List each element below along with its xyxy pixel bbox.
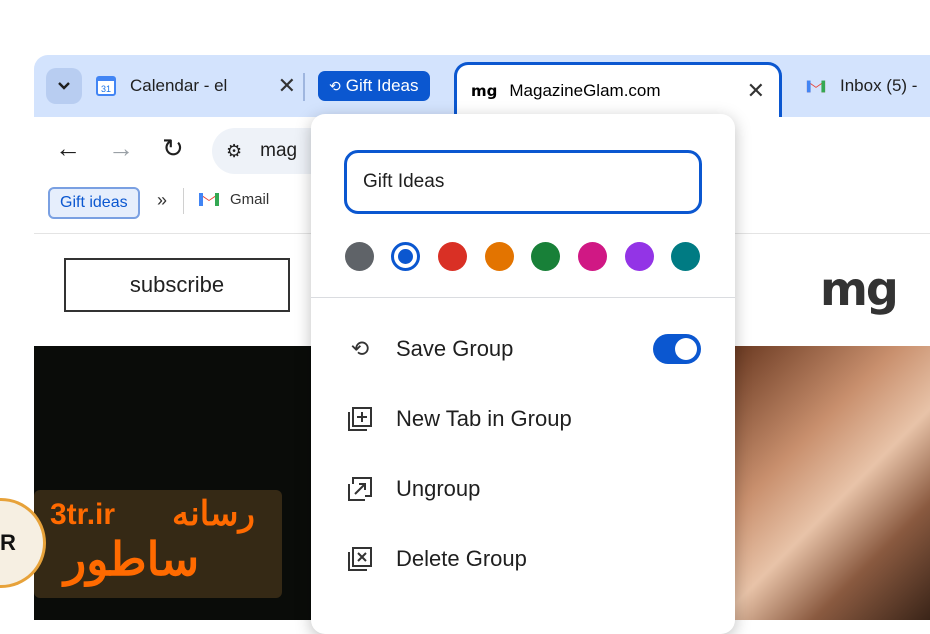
close-icon[interactable]: ✕: [747, 78, 765, 104]
tab-calendar[interactable]: 31 Calendar - el ✕: [96, 64, 296, 108]
color-swatch-teal[interactable]: [671, 242, 700, 271]
watermark-line1: رسانه: [172, 495, 255, 533]
color-swatch-purple[interactable]: [625, 242, 654, 271]
subscribe-button[interactable]: subscribe: [64, 258, 290, 312]
popup-divider: [311, 297, 735, 298]
color-swatch-red[interactable]: [438, 242, 467, 271]
site-settings-icon[interactable]: ⚙: [226, 141, 242, 162]
site-favicon: mg: [471, 82, 498, 100]
menu-item-label: Ungroup: [396, 476, 481, 501]
watermark-badge-letter: R: [0, 530, 16, 555]
bookmark-gmail[interactable]: Gmail: [198, 190, 269, 208]
color-swatch-blue[interactable]: [391, 242, 420, 271]
color-swatch-pink[interactable]: [578, 242, 607, 271]
group-chip-label: Gift Ideas: [345, 76, 419, 95]
tab-separator: [303, 73, 305, 101]
menu-item-new-tab-in-group[interactable]: New Tab in Group: [344, 397, 572, 441]
calendar-icon: 31: [96, 76, 116, 96]
tab-active[interactable]: mg MagazineGlam.com ✕: [454, 62, 782, 117]
save-group-icon: ⟲: [350, 336, 370, 361]
menu-item-delete-group[interactable]: Delete Group: [344, 537, 527, 581]
color-swatch-orange[interactable]: [485, 242, 514, 271]
bookmarks-more-icon[interactable]: »: [157, 190, 167, 211]
menu-item-label: New Tab in Group: [396, 406, 572, 431]
gmail-icon: [199, 193, 219, 206]
reload-icon[interactable]: ↻: [162, 133, 184, 164]
watermark-site: 3tr.ir: [50, 498, 116, 531]
new-tab-icon: [344, 405, 376, 433]
save-group-toggle[interactable]: [653, 334, 701, 364]
tab-title: MagazineGlam.com: [509, 81, 661, 100]
bookmark-gift-ideas[interactable]: Gift ideas: [48, 187, 140, 219]
back-icon[interactable]: ←: [55, 133, 81, 164]
menu-item-label: Delete Group: [396, 546, 527, 571]
tab-group-chip[interactable]: ⟲ Gift Ideas: [318, 71, 430, 101]
sync-icon: ⟲: [329, 77, 341, 94]
tab-inbox[interactable]: Inbox (5) -: [806, 64, 930, 108]
color-swatch-grey[interactable]: [345, 242, 374, 271]
bookmark-separator: [183, 188, 184, 214]
delete-group-icon: [344, 545, 376, 573]
menu-item-ungroup[interactable]: Ungroup: [344, 467, 480, 511]
group-name-input[interactable]: [344, 150, 702, 214]
close-icon[interactable]: ✕: [278, 73, 296, 99]
watermark-line2: ساطور: [64, 533, 200, 585]
hero-image-right: [735, 346, 930, 620]
ungroup-icon: [344, 475, 376, 503]
address-text: mag: [260, 140, 298, 161]
gmail-icon: [806, 76, 826, 96]
tab-search-button[interactable]: [46, 68, 82, 104]
calendar-day: 31: [101, 84, 111, 94]
tab-title: Calendar - el: [130, 76, 228, 95]
tab-title: Inbox (5) -: [840, 76, 918, 95]
bookmark-label: Gmail: [230, 190, 270, 208]
menu-item-label: Save Group: [396, 336, 514, 361]
menu-item-save-group[interactable]: ⟲ Save Group: [344, 327, 514, 371]
forward-icon[interactable]: →: [108, 133, 134, 164]
site-logo: mg: [820, 262, 899, 316]
color-swatch-green[interactable]: [531, 242, 560, 271]
chevron-down-icon: [58, 82, 70, 90]
